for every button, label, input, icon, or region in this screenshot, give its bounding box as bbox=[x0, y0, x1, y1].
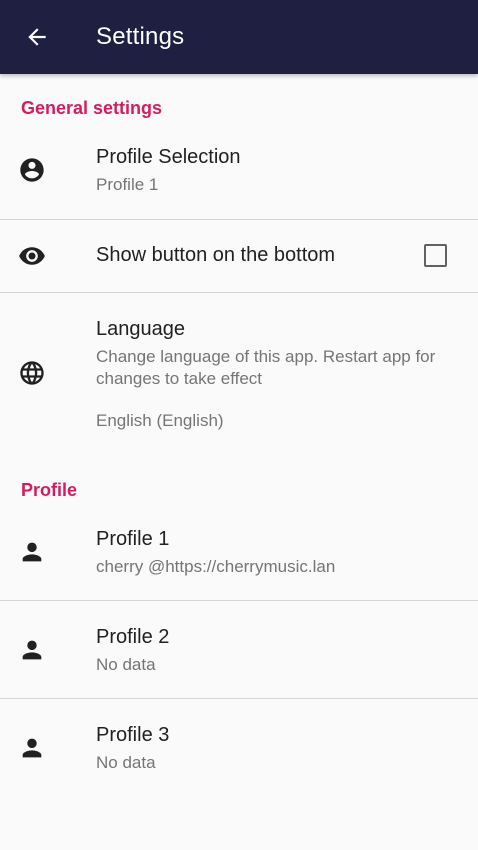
profile-3-summary: No data bbox=[96, 753, 156, 772]
account-circle-icon bbox=[18, 156, 46, 184]
page-title: Settings bbox=[96, 23, 185, 50]
profile-2-title: Profile 2 bbox=[96, 626, 170, 648]
profile-selection-item[interactable]: Profile Selection Profile 1 bbox=[0, 134, 478, 219]
section-header-general: General settings bbox=[21, 98, 163, 118]
profile-1-title: Profile 1 bbox=[96, 528, 170, 550]
person-icon bbox=[18, 636, 46, 664]
language-summary: Change language of this app. Restart app… bbox=[96, 347, 436, 388]
profile-1-summary: cherry @https://cherrymusic.lan bbox=[96, 557, 336, 576]
profile-3-title: Profile 3 bbox=[96, 724, 170, 746]
eye-icon bbox=[18, 242, 46, 270]
language-value: English (English) bbox=[96, 411, 224, 430]
settings-list: General settings Profile Selection Profi… bbox=[0, 74, 478, 850]
language-item[interactable]: Language Change language of this app. Re… bbox=[0, 293, 478, 453]
section-header-profile: Profile bbox=[21, 480, 78, 500]
profile-item-3[interactable]: Profile 3 No data bbox=[0, 699, 478, 796]
language-title: Language bbox=[96, 318, 185, 340]
app-bar: Settings bbox=[0, 0, 478, 74]
show-button-bottom-item[interactable]: Show button on the bottom bbox=[0, 220, 478, 292]
show-button-bottom-checkbox[interactable] bbox=[424, 244, 447, 267]
arrow-back-icon bbox=[28, 28, 46, 46]
profile-selection-title: Profile Selection bbox=[96, 146, 241, 168]
profile-item-2[interactable]: Profile 2 No data bbox=[0, 601, 478, 698]
back-button[interactable] bbox=[0, 0, 74, 74]
globe-icon bbox=[18, 359, 46, 387]
show-button-bottom-title: Show button on the bottom bbox=[96, 244, 336, 266]
profile-item-1[interactable]: Profile 1 cherry @https://cherrymusic.la… bbox=[0, 516, 478, 600]
person-icon bbox=[18, 734, 46, 762]
profile-selection-summary: Profile 1 bbox=[96, 175, 159, 194]
profile-2-summary: No data bbox=[96, 655, 156, 674]
person-icon bbox=[18, 538, 46, 566]
